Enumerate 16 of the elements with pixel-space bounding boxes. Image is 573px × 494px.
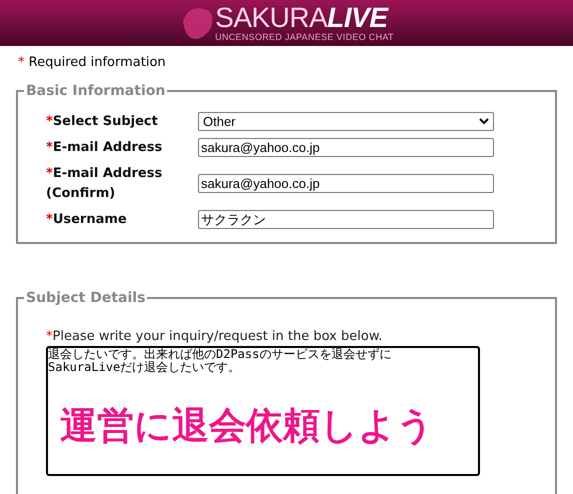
- label-text: *Username: [46, 210, 127, 228]
- logo-tagline: UNCENSORED JAPANESE VIDEO CHAT: [215, 32, 394, 42]
- chevron-down-icon: [479, 118, 489, 125]
- section-legend: Basic Information: [24, 80, 168, 102]
- label-text: *E-mail Address: [46, 138, 162, 156]
- annotation-text: 運営に退会依頼しよう: [60, 404, 434, 448]
- logo-wordmark: SAKURALIVE: [215, 4, 388, 32]
- label-text: *Select Subject: [46, 112, 158, 130]
- label-text: *E-mail Address (Confirm): [46, 164, 164, 202]
- subject-select[interactable]: Other: [198, 112, 494, 131]
- instruction-text: *Please write your inquiry/request in the box below.: [46, 328, 384, 346]
- text-field[interactable]: sakura@yahoo.co.jp: [198, 138, 494, 157]
- text-field[interactable]: サクラクン: [198, 210, 494, 229]
- text-field[interactable]: sakura@yahoo.co.jp: [198, 174, 494, 193]
- section-legend: Subject Details: [24, 288, 148, 308]
- required-note: * Required information: [18, 54, 166, 72]
